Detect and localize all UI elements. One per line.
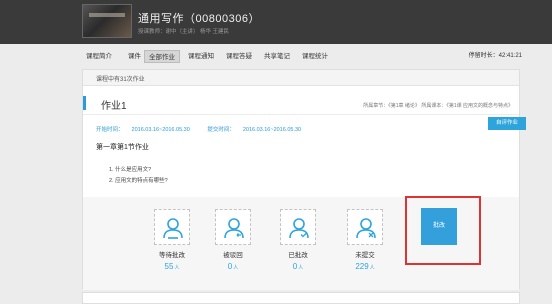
homework-meta: 所属章节：《第1章 绪论》 所属课本：《第1课 应用文的概念与特点》 <box>363 103 513 109</box>
course-teacher: 授课教师：谢中（主讲） 杨华 王建民 <box>138 29 230 35</box>
stay-duration-label: 停留时长： <box>468 53 499 59</box>
breadcrumb-bar: 课程中有31次作业 <box>83 70 519 86</box>
question-item: 2. 应用文的特点有哪些? <box>109 178 168 184</box>
start-time: 开始时间： 2016.03.16~2016.05.30 <box>96 127 190 133</box>
tab-notices[interactable]: 课程通知 <box>184 50 218 63</box>
stat-label: 已批改 <box>288 252 308 259</box>
user-return-icon <box>224 218 244 239</box>
stat-label: 未提交 <box>355 252 375 259</box>
user-cross-icon <box>356 218 376 239</box>
title-accent-bar <box>83 96 86 110</box>
course-nav: 课程简介 课件 全部作业 课程通知 课程答疑 共享笔记 课程统计 停留时长：42… <box>82 50 522 63</box>
course-header: 通用写作（00800306） 授课教师：谢中（主讲） 杨华 王建民 <box>0 0 552 44</box>
next-homework-panel <box>82 292 520 304</box>
stat-icon-box <box>215 209 251 245</box>
stat-graded[interactable]: 已批改 0人 <box>272 209 324 271</box>
tab-course-intro[interactable]: 课程简介 <box>82 50 116 63</box>
stat-label: 等待批改 <box>159 252 185 259</box>
course-title: 通用写作（00800306） <box>138 13 260 25</box>
grade-button[interactable]: 批改 <box>421 208 457 245</box>
tab-statistics[interactable]: 课程统计 <box>298 50 332 63</box>
tab-qa[interactable]: 课程答疑 <box>222 50 256 63</box>
stat-count: 0人 <box>292 262 304 271</box>
user-check-icon <box>289 218 309 239</box>
homework-title: 作业1 <box>101 101 127 112</box>
tab-all-homework[interactable]: 全部作业 <box>144 50 180 63</box>
stat-count: 229人 <box>355 262 375 271</box>
tab-shared-notes[interactable]: 共享笔记 <box>260 50 294 63</box>
stat-rejected[interactable]: 被驳回 0人 <box>207 209 259 271</box>
homework-dates: 开始时间： 2016.03.16~2016.05.30 提交时间： 2016.03.… <box>96 125 317 133</box>
due-time: 提交时间： 2016.03.16~2016.05.30 <box>207 127 302 133</box>
question-item: 1. 什么是应用文? <box>109 167 152 173</box>
stat-waiting[interactable]: 等待批改 55人 <box>146 209 198 271</box>
homework-count: 课程中有31次作业 <box>96 77 145 83</box>
divider <box>83 114 519 115</box>
stay-duration: 停留时长：42:41:21 <box>469 50 522 63</box>
self-assessment-tag[interactable]: 自评作业 <box>488 117 526 130</box>
stat-not-submitted[interactable]: 未提交 229人 <box>339 209 391 271</box>
stat-count: 0人 <box>227 262 239 271</box>
section-title: 第一章第1节作业 <box>96 144 149 151</box>
tab-courseware[interactable]: 课件 <box>124 50 145 63</box>
stat-icon-box <box>154 209 190 245</box>
user-clock-icon <box>163 218 183 239</box>
stat-count: 55人 <box>164 262 180 271</box>
stay-duration-value: 42:41:21 <box>498 53 522 59</box>
stat-icon-box <box>347 209 383 245</box>
stat-label: 被驳回 <box>223 252 243 259</box>
stat-icon-box <box>280 209 316 245</box>
course-thumbnail <box>82 4 132 38</box>
